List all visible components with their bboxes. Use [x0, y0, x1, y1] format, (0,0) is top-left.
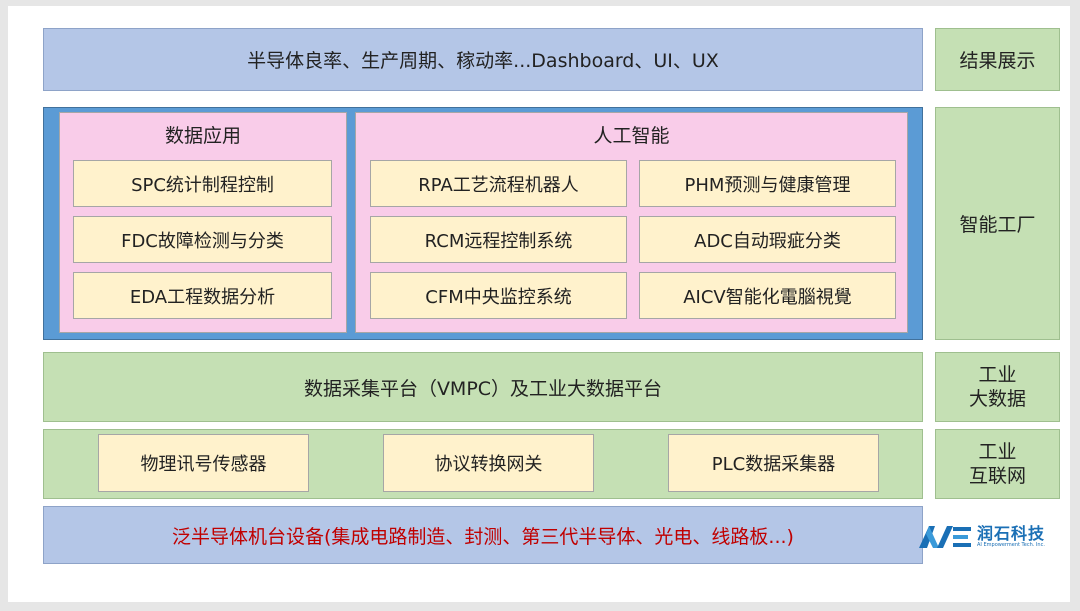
- equipment-layer: 泛半导体机台设备(集成电路制造、封测、第三代半导体、光电、线路板...): [43, 506, 923, 564]
- rcm-box: RCM远程控制系统: [370, 216, 627, 263]
- side-label-iiot-line1: 工业: [978, 441, 1017, 463]
- eda-box: EDA工程数据分析: [73, 272, 332, 319]
- side-label-factory: 智能工厂: [935, 107, 1060, 340]
- side-label-iiot: 工业 互联网: [935, 429, 1060, 499]
- logo-text: 润石科技 AI Empowerment Tech. Inc.: [977, 523, 1046, 549]
- gateway-box: 协议转换网关: [383, 434, 594, 492]
- platform-layer: 数据采集平台（VMPC）及工业大数据平台: [43, 352, 923, 422]
- rpa-box: RPA工艺流程机器人: [370, 160, 627, 207]
- sensor-box: 物理讯号传感器: [98, 434, 309, 492]
- adc-box: ADC自动瑕疵分类: [639, 216, 896, 263]
- logo-mark-icon: [919, 526, 971, 548]
- phm-box: PHM预测与健康管理: [639, 160, 896, 207]
- logo-name: 润石科技: [977, 523, 1046, 543]
- fdc-box: FDC故障检测与分类: [73, 216, 332, 263]
- aicv-box: AICV智能化電腦視覺: [639, 272, 896, 319]
- logo-tagline: AI Empowerment Tech. Inc.: [977, 541, 1045, 548]
- dashboard-layer: 半导体良率、生产周期、稼动率...Dashboard、UI、UX: [43, 28, 923, 91]
- plc-box: PLC数据采集器: [668, 434, 879, 492]
- data-application-title: 数据应用: [164, 125, 241, 147]
- side-label-bigdata-line2: 大数据: [968, 388, 1026, 410]
- side-label-bigdata: 工业 大数据: [935, 352, 1060, 422]
- ai-title: 人工智能: [593, 125, 670, 147]
- cfm-box: CFM中央监控系统: [370, 272, 627, 319]
- side-label-iiot-line2: 互联网: [968, 465, 1026, 487]
- side-label-bigdata-line1: 工业: [978, 364, 1017, 386]
- side-label-result: 结果展示: [935, 28, 1060, 91]
- spc-box: SPC统计制程控制: [73, 160, 332, 207]
- company-logo: 润石科技 AI Empowerment Tech. Inc.: [917, 521, 1067, 553]
